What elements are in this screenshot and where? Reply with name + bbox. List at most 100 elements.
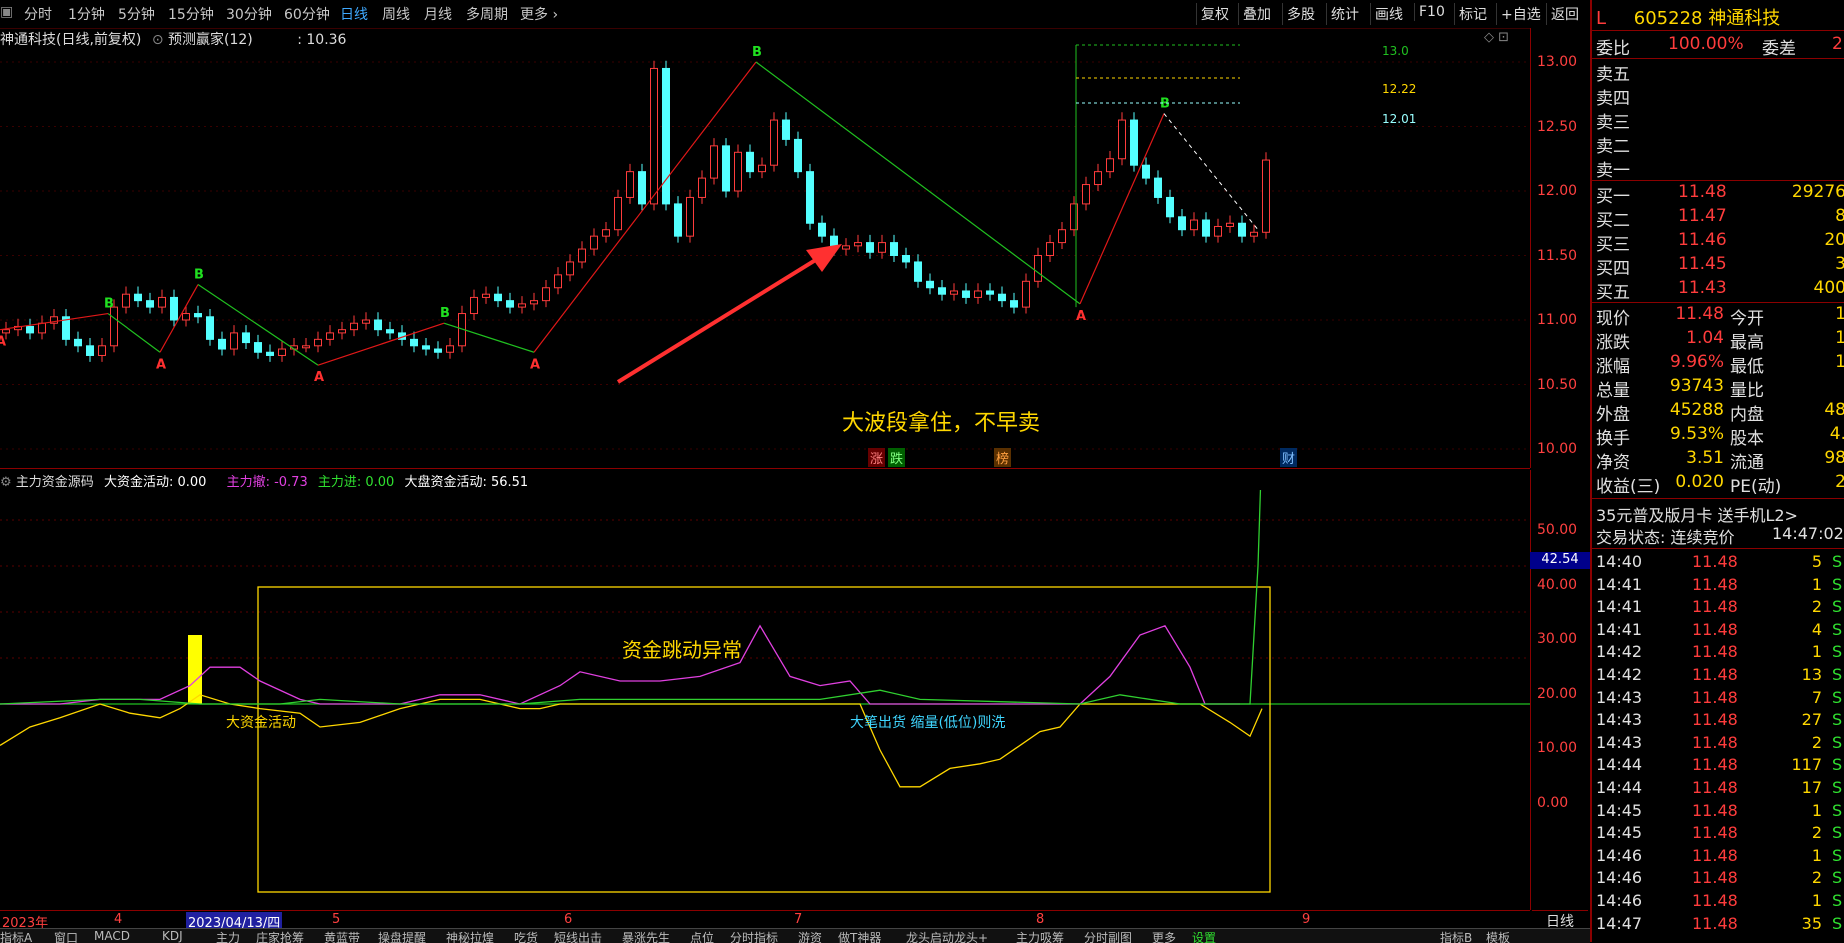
stat-row: 总量 93743 量比 xyxy=(1596,376,1844,401)
candle-body xyxy=(614,196,622,231)
tab-multi-period[interactable]: 多周期 xyxy=(466,4,508,24)
period-label[interactable]: 日线 xyxy=(1532,910,1588,930)
mark-button[interactable]: 标记 xyxy=(1454,3,1491,25)
bottom-right-tab[interactable]: 指标B xyxy=(1440,929,1472,943)
candle-body xyxy=(1094,171,1102,186)
bottom-tab[interactable]: 主力吸筹 xyxy=(1016,929,1064,943)
bottom-tab[interactable]: 点位 xyxy=(690,929,714,943)
candle-body xyxy=(974,290,982,298)
tab-fenshi[interactable]: 分时 xyxy=(24,4,52,24)
tick-volume: 17 xyxy=(1801,778,1822,797)
tick-volume: 2 xyxy=(1811,868,1822,888)
bottom-tab[interactable]: 窗口 xyxy=(54,929,78,943)
tick-volume: 35 xyxy=(1801,913,1822,933)
tick-time: 14:43 xyxy=(1596,710,1643,730)
bottom-tab[interactable]: 分时副图 xyxy=(1084,929,1132,943)
event-tag-down[interactable]: 跌 xyxy=(888,448,906,467)
tick-time: 14:46 xyxy=(1596,891,1643,910)
tab-1min[interactable]: 1分钟 xyxy=(68,4,105,24)
candle-body xyxy=(254,342,262,353)
tick-time: 14:46 xyxy=(1596,868,1643,888)
buy-volume: 29276 xyxy=(1791,182,1844,202)
tab-30min[interactable]: 30分钟 xyxy=(226,4,272,24)
divider xyxy=(1592,498,1844,499)
tick-row: 14:43 11.48 7 S xyxy=(1596,688,1844,710)
candle-body xyxy=(1262,159,1270,233)
date-month-7: 7 xyxy=(794,912,803,927)
draw-line-button[interactable]: 画线 xyxy=(1370,3,1407,25)
settings-icon[interactable]: ⚙ xyxy=(0,475,12,490)
indicator-annotation: 资金跳动异常 xyxy=(622,638,742,662)
bottom-tab[interactable]: 神秘拉煌 xyxy=(446,929,494,943)
stat-label-2: 最高 xyxy=(1730,333,1764,353)
bottom-tab[interactable]: 设置 xyxy=(1192,929,1216,943)
candle-body xyxy=(986,290,994,295)
tick-side: S xyxy=(1832,597,1843,617)
bottom-tab[interactable]: 游资 xyxy=(798,929,822,943)
promo-link[interactable]: 35元普及版月卡 送手机L2> xyxy=(1596,502,1798,525)
stat-value-2: 2 xyxy=(1835,472,1844,492)
fuquan-button[interactable]: 复权 xyxy=(1196,3,1233,25)
bottom-tab[interactable]: 指标A xyxy=(0,929,32,943)
candle-body xyxy=(134,293,142,302)
bottom-tab[interactable]: 做T神器 xyxy=(838,929,881,943)
menu-icon[interactable]: ▣ xyxy=(0,4,13,20)
price-level-2: 12.01 xyxy=(1382,112,1417,126)
candle-body xyxy=(1082,184,1090,205)
zigzag-point-label: B xyxy=(752,45,762,60)
event-tag-up[interactable]: 涨 xyxy=(868,448,886,467)
bottom-tab[interactable]: KDJ xyxy=(162,929,183,943)
tick-side: S xyxy=(1832,642,1843,662)
tab-5min[interactable]: 5分钟 xyxy=(118,4,155,24)
indicator-tick: 30.00 xyxy=(1537,631,1578,647)
indicator-chart[interactable] xyxy=(0,490,1530,910)
tick-side: S xyxy=(1832,800,1843,820)
candle-body xyxy=(782,119,790,140)
tab-weekly[interactable]: 周线 xyxy=(382,4,410,24)
event-tag-finance[interactable]: 财 xyxy=(1280,448,1298,467)
bottom-tab[interactable]: 黄蓝带 xyxy=(324,929,360,943)
tick-side: S xyxy=(1832,823,1843,843)
kline-chart[interactable]: A B A B A B A B A B xyxy=(0,28,1530,468)
stat-value-2: 48 xyxy=(1824,400,1844,420)
tab-15min[interactable]: 15分钟 xyxy=(168,4,214,24)
bottom-tab[interactable]: 分时指标 xyxy=(730,929,778,943)
event-tag-rank[interactable]: 榜 xyxy=(994,448,1012,467)
multi-stock-button[interactable]: 多股 xyxy=(1282,3,1319,25)
candle-body xyxy=(230,332,238,350)
bottom-tab[interactable]: 短线出击 xyxy=(554,929,602,943)
bottom-tab[interactable]: 操盘提醒 xyxy=(378,929,426,943)
candle-body xyxy=(266,351,274,356)
tick-row: 14:41 11.48 4 S xyxy=(1596,620,1844,642)
indicator-tick: 50.00 xyxy=(1537,522,1578,538)
candle-body xyxy=(878,242,886,253)
tab-60min[interactable]: 60分钟 xyxy=(284,4,330,24)
bottom-tab[interactable]: 吃货 xyxy=(514,929,538,943)
buy-level: 买五 11.43 400 xyxy=(1596,278,1844,303)
sell-level: 卖二 xyxy=(1596,137,1630,157)
bottom-tab[interactable]: 暴涨先生 xyxy=(622,929,670,943)
tab-daily[interactable]: 日线 xyxy=(340,4,368,24)
buy-price: 11.45 xyxy=(1678,254,1727,274)
bottom-tab[interactable]: 主力 xyxy=(216,929,240,943)
candle-body xyxy=(854,242,862,247)
tab-more[interactable]: 更多 › xyxy=(520,4,558,24)
sell-level: 卖四 xyxy=(1596,89,1630,109)
bottom-tab[interactable]: 更多 xyxy=(1152,929,1176,943)
bottom-tab[interactable]: 龙头启动龙头+ xyxy=(906,929,988,943)
candle-body xyxy=(278,348,286,356)
candle-body xyxy=(758,164,766,173)
price-annotation: 大波段拿住，不早卖 xyxy=(842,411,1041,436)
stats-button[interactable]: 统计 xyxy=(1326,3,1363,25)
overlay-button[interactable]: 叠加 xyxy=(1238,3,1275,25)
back-button[interactable]: 返回 xyxy=(1546,3,1583,25)
candle-body xyxy=(578,248,586,263)
tick-price: 11.48 xyxy=(1692,823,1738,843)
add-watchlist-button[interactable]: +自选 xyxy=(1496,3,1545,25)
indicator-title[interactable]: 主力资金源码 xyxy=(16,475,94,490)
tab-monthly[interactable]: 月线 xyxy=(424,4,452,24)
bottom-right-tab[interactable]: 模板 xyxy=(1486,929,1510,943)
bottom-tab[interactable]: 庄家抢筹 xyxy=(256,929,304,943)
f10-button[interactable]: F10 xyxy=(1414,3,1449,21)
bottom-tab[interactable]: MACD xyxy=(94,929,130,943)
